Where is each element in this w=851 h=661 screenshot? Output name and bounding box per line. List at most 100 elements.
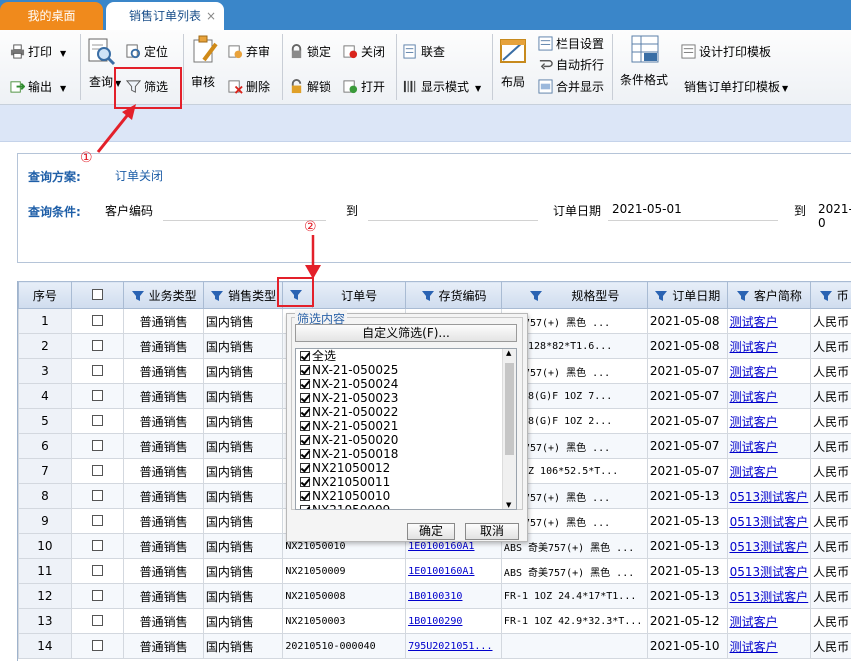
- row-checkbox[interactable]: [92, 640, 104, 651]
- link-query-button[interactable]: 联查: [403, 44, 445, 60]
- customer-cell-link[interactable]: 测试客户: [730, 415, 778, 429]
- auto-wrap-button[interactable]: 自动折行: [538, 57, 604, 73]
- row-checkbox[interactable]: [92, 615, 104, 626]
- filter-item-checkbox[interactable]: [300, 435, 310, 445]
- filter-list-item[interactable]: NX21050012: [296, 461, 516, 475]
- print-template-select[interactable]: 销售订单打印模板 ▼: [684, 79, 788, 97]
- customer-cell[interactable]: 测试客户: [726, 333, 812, 359]
- close-tab-icon[interactable]: ×: [206, 2, 216, 30]
- customer-cell[interactable]: 测试客户: [726, 383, 812, 409]
- col-header-select-all[interactable]: [70, 281, 125, 309]
- customer-cell-link[interactable]: 测试客户: [730, 615, 778, 629]
- filter-icon[interactable]: [421, 290, 435, 302]
- filter-item-checkbox[interactable]: [300, 379, 310, 389]
- customer-cell-link[interactable]: 测试客户: [730, 315, 778, 329]
- col-header-sales-type[interactable]: 销售类型: [202, 281, 284, 309]
- row-checkbox[interactable]: [92, 465, 104, 476]
- row-checkbox[interactable]: [92, 340, 104, 351]
- col-header-spec[interactable]: 规格型号: [500, 281, 648, 309]
- query-scheme-value[interactable]: 订单关闭: [115, 167, 163, 184]
- lock-button[interactable]: 锁定: [289, 44, 331, 60]
- item-code-cell[interactable]: 1B0100310: [405, 583, 502, 609]
- abandon-button[interactable]: 弃审: [228, 44, 270, 60]
- select-cell[interactable]: [70, 633, 125, 659]
- col-header-order-date[interactable]: 订单日期: [646, 281, 728, 309]
- select-cell[interactable]: [70, 433, 125, 459]
- table-row[interactable]: 11 普通销售 国内销售 NX21050009 1E0100160A1 ABS 奇美757…: [18, 558, 851, 584]
- customer-cell[interactable]: 0513测试客户: [726, 483, 812, 509]
- tab-my-desktop[interactable]: 我的桌面: [0, 2, 103, 30]
- filter-list-item[interactable]: 全选: [296, 349, 516, 363]
- customer-cell[interactable]: 0513测试客户: [726, 533, 812, 559]
- item-code-cell-link[interactable]: 1E0100160A1: [408, 566, 474, 577]
- col-header-currency[interactable]: 币: [810, 281, 851, 309]
- filter-item-checkbox[interactable]: [300, 407, 310, 417]
- row-checkbox[interactable]: [92, 315, 104, 326]
- select-cell[interactable]: [70, 533, 125, 559]
- item-code-cell[interactable]: 1E0100160A1: [405, 558, 502, 584]
- col-header-item-code[interactable]: 存货编码: [405, 281, 502, 309]
- filter-item-checkbox[interactable]: [300, 505, 310, 509]
- delete-button[interactable]: 删除: [228, 79, 270, 95]
- row-checkbox[interactable]: [92, 565, 104, 576]
- customer-cell-link[interactable]: 测试客户: [730, 390, 778, 404]
- col-header-seq[interactable]: 序号: [18, 281, 72, 309]
- customer-cell-link[interactable]: 测试客户: [730, 365, 778, 379]
- select-cell[interactable]: [70, 333, 125, 359]
- customer-cell[interactable]: 测试客户: [726, 433, 812, 459]
- filter-ok-button[interactable]: 确定: [407, 523, 455, 540]
- scroll-down-icon[interactable]: ▼: [506, 501, 511, 509]
- customer-cell-link[interactable]: 测试客户: [730, 340, 778, 354]
- filter-value-list[interactable]: 全选 NX-21-050025 NX-21-050024 NX-21-050023 NX…: [295, 348, 517, 510]
- scrollbar-thumb[interactable]: [505, 363, 514, 455]
- filter-list-item[interactable]: NX21050010: [296, 489, 516, 503]
- row-checkbox[interactable]: [92, 540, 104, 551]
- customer-cell-link[interactable]: 0513测试客户: [730, 565, 809, 579]
- customer-cell[interactable]: 测试客户: [726, 633, 812, 659]
- filter-cancel-button[interactable]: 取消: [465, 523, 519, 540]
- audit-button[interactable]: 审核: [191, 74, 215, 90]
- customer-cell[interactable]: 0513测试客户: [726, 558, 812, 584]
- select-cell[interactable]: [70, 308, 125, 334]
- filter-list-item[interactable]: NX-21-050023: [296, 391, 516, 405]
- customer-cell[interactable]: 测试客户: [726, 458, 812, 484]
- filter-list-item[interactable]: NX-21-050025: [296, 363, 516, 377]
- customer-cell-link[interactable]: 0513测试客户: [730, 540, 809, 554]
- unlock-button[interactable]: 解锁: [289, 79, 331, 95]
- col-header-customer[interactable]: 客户简称: [726, 281, 812, 309]
- close-order-button[interactable]: 关闭: [343, 44, 385, 60]
- customer-cell-link[interactable]: 0513测试客户: [730, 590, 809, 604]
- customer-code-to-input[interactable]: [368, 220, 538, 221]
- filter-list-item[interactable]: NX-21-050020: [296, 433, 516, 447]
- filter-list-item[interactable]: NX21050009: [296, 503, 516, 509]
- table-row[interactable]: 14 普通销售 国内销售 20210510-000040 795U2021051... 2…: [18, 633, 851, 659]
- filter-list-item[interactable]: NX-21-050022: [296, 405, 516, 419]
- customer-cell[interactable]: 测试客户: [726, 608, 812, 634]
- locate-button[interactable]: 定位: [126, 44, 168, 60]
- layout-button[interactable]: 布局: [501, 74, 525, 90]
- filter-list-scrollbar[interactable]: ▲ ▼: [502, 349, 516, 509]
- tab-sales-order-list[interactable]: 销售订单列表 ×: [106, 2, 224, 30]
- select-cell[interactable]: [70, 483, 125, 509]
- order-date-to-input[interactable]: 2021-0: [818, 202, 851, 230]
- select-cell[interactable]: [70, 358, 125, 384]
- row-checkbox[interactable]: [92, 415, 104, 426]
- filter-item-checkbox[interactable]: [300, 365, 310, 375]
- item-code-cell[interactable]: 795U2021051...: [405, 633, 502, 659]
- audit-icon[interactable]: [190, 34, 220, 64]
- customer-cell[interactable]: 0513测试客户: [726, 508, 812, 534]
- conditional-format-button[interactable]: 条件格式: [620, 72, 668, 88]
- filter-icon[interactable]: [210, 290, 224, 302]
- layout-icon[interactable]: [499, 36, 529, 66]
- filter-item-checkbox[interactable]: [300, 393, 310, 403]
- customer-cell[interactable]: 0513测试客户: [726, 583, 812, 609]
- row-checkbox[interactable]: [92, 440, 104, 451]
- customer-cell-link[interactable]: 测试客户: [730, 465, 778, 479]
- customer-cell[interactable]: 测试客户: [726, 358, 812, 384]
- export-button[interactable]: 输出 ▼: [10, 79, 66, 97]
- display-mode-button[interactable]: 显示模式 ▼: [403, 79, 481, 97]
- select-cell[interactable]: [70, 408, 125, 434]
- row-checkbox[interactable]: [92, 490, 104, 501]
- scroll-up-icon[interactable]: ▲: [506, 349, 511, 357]
- filter-icon[interactable]: [654, 290, 668, 302]
